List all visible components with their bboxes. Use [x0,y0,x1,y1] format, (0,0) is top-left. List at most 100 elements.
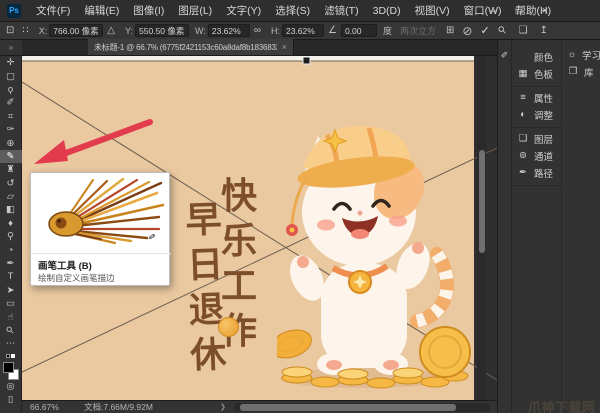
reference-point-icon[interactable]: ∷ [22,25,28,36]
tab-close-icon[interactable]: × [282,42,287,52]
marquee-tool[interactable]: ▢ [0,69,22,82]
foreground-color-swatch[interactable] [3,362,14,373]
search-icon[interactable]: ⚲ [496,24,509,37]
burn-tool[interactable]: ◔ [0,243,22,256]
panel-group-properties: ≡ 属性 ◐ 调整 [512,87,561,128]
relative-position-icon[interactable]: △ [107,25,115,36]
panel-libraries[interactable]: ❒ 库 [562,63,600,80]
edit-toolbar-button[interactable]: ⋯ [0,337,22,350]
status-expander-icon[interactable]: ❯ [220,402,226,413]
move-tool[interactable]: ✛ [0,56,22,69]
quick-mask-button[interactable]: ◎ [0,380,22,393]
options-right-icons: ⚲ ❏ ↥ [499,25,548,36]
link-dimensions-icon[interactable]: ∞ [254,25,261,36]
libraries-icon: ❒ [567,66,579,77]
hand-tool[interactable]: ☝ [0,310,22,323]
far-right-panels-column: ☼ 学习 ❒ 库 [562,40,600,413]
zoom-tool[interactable]: ⚲ [0,324,22,337]
clone-stamp-tool[interactable]: ♜ [0,163,22,176]
tools-toolbar: ✛ ▢ ϙ ✐ ⌗ ✑ ⊕ ✎ ♜ ↺ ▱ ◧ ♦ ⚲ ◔ ✒ T ➤ ▭ ☝ … [0,56,22,413]
double-chevron-icon: » [9,43,13,52]
menu-view[interactable]: 视图(V) [408,0,457,22]
default-colors-icon[interactable] [6,352,15,360]
cancel-transform-icon[interactable]: ⊘ [462,24,472,38]
cat-illustration [277,116,472,396]
eraser-tool[interactable]: ▱ [0,190,22,203]
path-selection-tool[interactable]: ➤ [0,284,22,297]
menu-edit[interactable]: 编辑(E) [77,0,126,22]
menu-filter[interactable]: 滤镜(T) [317,0,365,22]
zoom-level[interactable]: 66.67% [30,402,59,413]
window-controls: – □ × [486,0,552,22]
tooltip-divider [31,253,171,254]
eyedropper-tool[interactable]: ✑ [0,123,22,136]
workspace-switcher-icon[interactable]: ❏ [519,25,528,36]
angle-unit: 度 [383,24,392,37]
toolbar-collapse[interactable]: » [0,40,22,56]
menu-file[interactable]: 文件(F) [29,0,77,22]
menu-type[interactable]: 文字(Y) [219,0,268,22]
panel-channels[interactable]: ⊚ 通道 [512,147,561,164]
panel-layers[interactable]: ❏ 图层 [512,130,561,147]
maximize-button[interactable]: □ [512,0,526,22]
document-size-info: 文档:7.66M/9.92M [84,402,153,413]
pen-tool[interactable]: ✒ [0,257,22,270]
tooltip-title: 画笔工具 (B) [38,258,92,272]
menu-select[interactable]: 选择(S) [268,0,317,22]
share-icon[interactable]: ↥ [540,25,548,36]
dodge-tool[interactable]: ⚲ [0,230,22,243]
foreground-background-swatches[interactable] [3,362,19,380]
brush-tool[interactable]: ✎ [0,150,22,163]
menu-3d[interactable]: 3D(D) [366,0,408,22]
close-button[interactable]: × [538,0,552,22]
canvas-area: 快乐工作 早日退休 [22,56,497,400]
y-input[interactable]: 550.50 像素 [135,24,189,37]
panel-swatches[interactable]: ▦ 色板 [512,65,561,82]
small-coin [218,317,239,337]
document-tab[interactable]: 未标题-1 @ 66.7% (6775f2421153c60a8daf8b183… [88,39,294,55]
panel-learn[interactable]: ☼ 学习 [562,46,600,63]
slogan-retire-early: 早日退休 [183,197,229,378]
panel-color[interactable]: 颜色 [512,48,561,65]
angle-input[interactable]: 0.00 [341,24,377,37]
tooltip-description: 绘制自定义画笔描边 [38,272,115,284]
vertical-scrollbar-thumb[interactable] [479,150,485,253]
panel-properties[interactable]: ≡ 属性 [512,89,561,106]
interpolation-select: 两次立方 [400,24,436,37]
document-tab-title: 未标题-1 @ 66.7% (6775f2421153c60a8daf8b183… [94,42,277,53]
gradient-tool[interactable]: ◧ [0,203,22,216]
photoshop-logo: Ps [7,4,21,18]
x-label: X: [39,26,48,36]
swatches-grid-icon: ▦ [517,68,529,79]
y-label: Y: [125,26,133,36]
panel-paths[interactable]: ✒ 路径 [512,164,561,181]
object-selection-tool[interactable]: ✐ [0,96,22,109]
brushes-panel-icon[interactable]: ✐ [498,50,511,61]
properties-sliders-icon: ≡ [517,92,529,103]
warp-mode-icon[interactable]: ⊞ [446,25,454,36]
crop-tool[interactable]: ⌗ [0,110,22,123]
tool-options-bar: ⊡ ∷ X: 766.00 像素 △ Y: 550.50 像素 W: 23.62… [0,22,600,40]
width-input[interactable]: 23.62% [208,24,250,37]
height-input[interactable]: 23.62% [282,24,324,37]
x-input[interactable]: 766.00 像素 [49,24,103,37]
menu-layer[interactable]: 图层(L) [171,0,219,22]
canvas-vertical-scrollbar[interactable] [477,56,486,400]
commit-transform-icon[interactable]: ✓ [480,24,489,37]
menu-image[interactable]: 图像(I) [126,0,171,22]
blur-tool[interactable]: ♦ [0,217,22,230]
document-top-edge [22,56,474,61]
panel-adjustments[interactable]: ◐ 调整 [512,106,561,123]
healing-brush-tool[interactable]: ⊕ [0,136,22,149]
lasso-tool[interactable]: ϙ [0,83,22,96]
rectangle-tool[interactable]: ▭ [0,297,22,310]
status-bar: 66.67% 文档:7.66M/9.92M ❯ [22,400,497,413]
brush-tool-tooltip: ✎ 画笔工具 (B) 绘制自定义画笔描边 [30,172,170,286]
paths-icon: ✒ [517,167,529,178]
history-brush-tool[interactable]: ↺ [0,177,22,190]
screen-mode-button[interactable]: ▯ [0,393,22,406]
minimize-button[interactable]: – [486,0,500,22]
horizontal-scrollbar-thumb[interactable] [240,404,456,411]
type-tool[interactable]: T [0,270,22,283]
canvas-horizontal-scrollbar[interactable] [234,403,490,412]
